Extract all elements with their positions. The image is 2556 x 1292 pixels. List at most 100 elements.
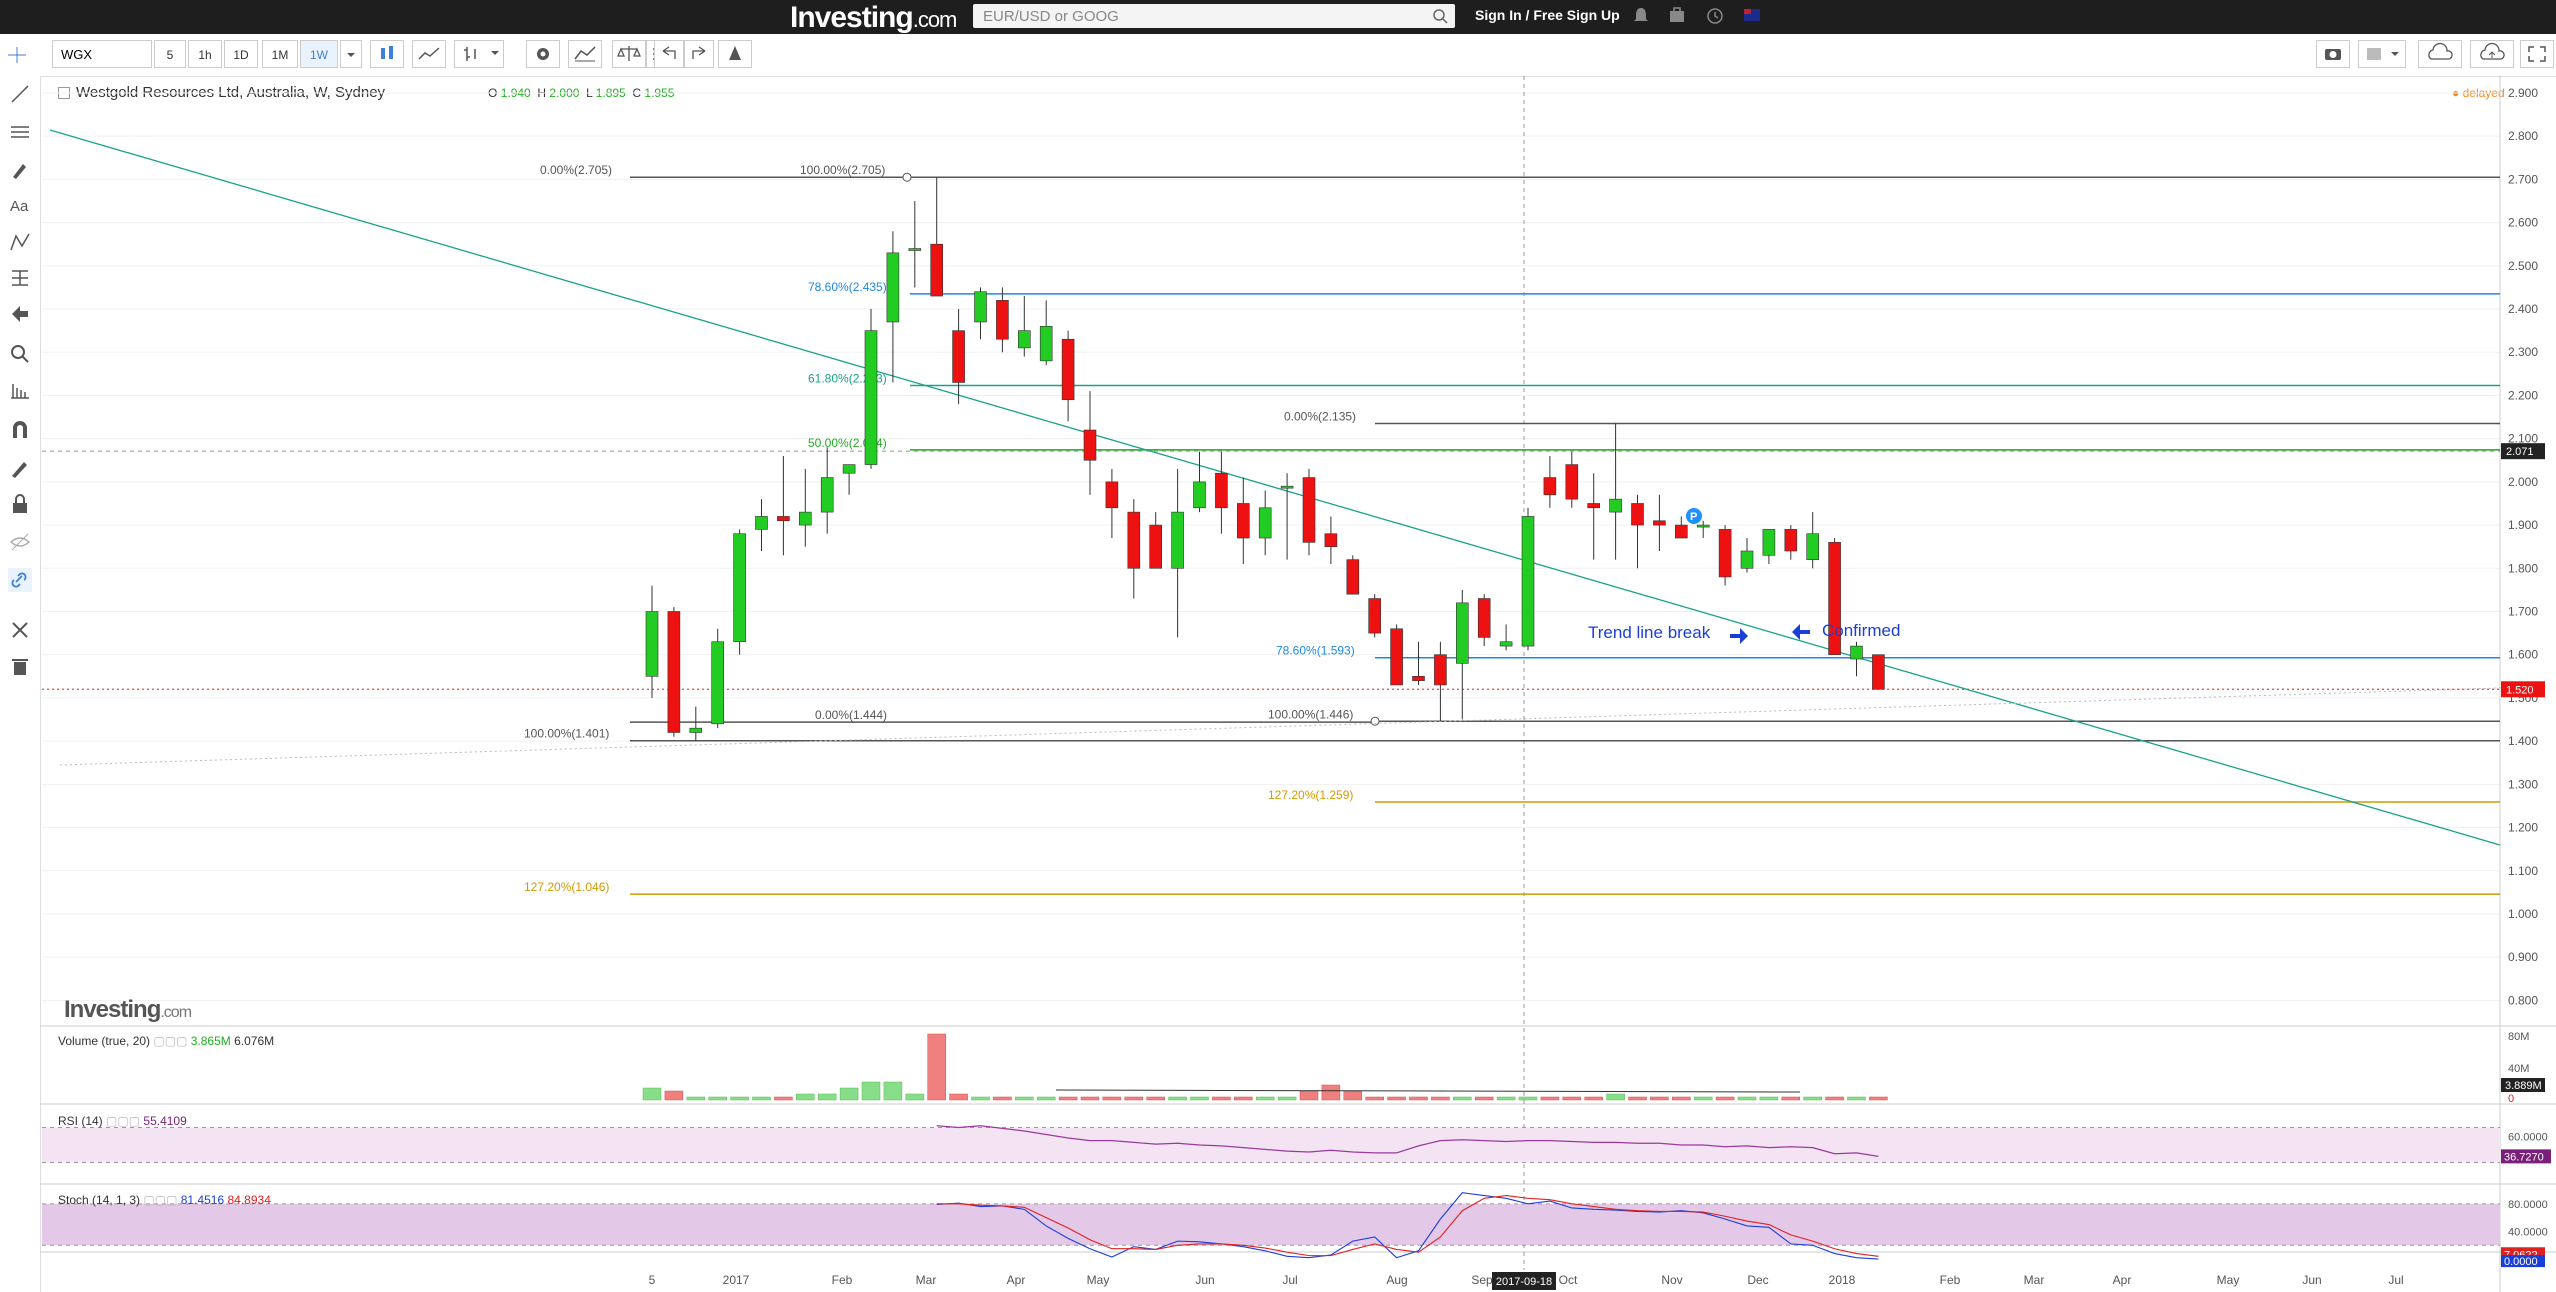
alert-button[interactable]: [718, 40, 752, 68]
link-icon[interactable]: [8, 568, 32, 592]
p-marker-icon: [1686, 508, 1702, 524]
search-icon[interactable]: [1431, 7, 1449, 25]
layout-button[interactable]: [2358, 40, 2406, 68]
signin-link[interactable]: Sign In / Free Sign Up: [1475, 7, 1620, 23]
annotation-confirmed: Confirmed: [1822, 621, 1900, 640]
arrow-right-icon: [1730, 628, 1748, 644]
y-tick-label: 0.900: [2508, 950, 2538, 964]
stoch-d-line: [936, 1194, 1879, 1257]
zoom-icon[interactable]: [8, 342, 32, 366]
trend-line-tool-icon[interactable]: [8, 82, 32, 106]
volume-bar: [1672, 1096, 1691, 1101]
interval-dropdown-button[interactable]: [340, 40, 362, 68]
legend-collapse-icon[interactable]: [58, 87, 70, 100]
rsi-band: [42, 1127, 2500, 1163]
candle-body: [1456, 602, 1469, 664]
stoch-k-box: [2501, 1255, 2545, 1268]
fib-label: 127.20%(1.259): [1268, 788, 1353, 802]
candle-body: [1324, 533, 1338, 547]
save-chart-button[interactable]: [2470, 40, 2514, 68]
stoch-k-value: 81.4516: [180, 1193, 225, 1207]
interval-1d-button[interactable]: 1D: [224, 40, 258, 68]
candle-body: [842, 464, 856, 474]
search-box[interactable]: EUR/USD or GOOG: [973, 4, 1455, 28]
candle-body: [1587, 503, 1600, 509]
volume-tick: 40M: [2508, 1063, 2529, 1075]
rsi-legend: RSI (14) ▢▢▢ 55.4109: [58, 1114, 187, 1128]
australia-flag-icon[interactable]: [1744, 9, 1760, 21]
arrow-tool-icon[interactable]: [8, 302, 32, 326]
x-tick-label: Apr: [1007, 1273, 1026, 1287]
fib-label: 78.60%(1.593): [1276, 644, 1355, 658]
remove-tools-icon[interactable]: [8, 618, 32, 642]
brush-tool-icon[interactable]: [8, 158, 32, 182]
volume-bar: [1606, 1093, 1625, 1101]
x-tick-label: Nov: [1661, 1273, 1682, 1287]
undo-button[interactable]: [654, 40, 684, 68]
candle-body: [1346, 559, 1360, 595]
crosshair-icon[interactable]: [6, 46, 28, 64]
symbol-input[interactable]: WGX: [52, 40, 152, 68]
candle-body: [1543, 477, 1557, 496]
volume-bar: [993, 1096, 1012, 1101]
line-style-button[interactable]: [412, 40, 446, 68]
interval-5-button[interactable]: 5: [154, 40, 186, 68]
fib-label: 78.60%(2.435): [808, 280, 887, 294]
candle-body: [1675, 524, 1688, 539]
interval-1h-button[interactable]: 1h: [188, 40, 222, 68]
volume-bar: [1080, 1096, 1100, 1101]
bars-style-button[interactable]: [454, 40, 504, 68]
horizontal-lines-tool-icon[interactable]: [8, 120, 32, 144]
stay-drawing-icon[interactable]: [8, 456, 32, 480]
snapshot-button[interactable]: [2316, 40, 2350, 68]
volume-last-box: [2501, 1078, 2545, 1092]
portfolio-icon[interactable]: [1668, 6, 1686, 26]
price-chart[interactable]: 0.00%(2.705) 100.00%(2.705) 78.60%(2.435) 6…: [0, 0, 2556, 1292]
candle-body: [1039, 326, 1053, 362]
volume-bar: [1869, 1096, 1888, 1101]
y-tick-label: 2.500: [2508, 259, 2538, 273]
bell-icon[interactable]: [1632, 6, 1650, 26]
candles-style-button[interactable]: [370, 40, 404, 68]
volume-bar: [1036, 1096, 1056, 1101]
volume-bar: [1277, 1096, 1297, 1101]
fullscreen-button[interactable]: [2520, 40, 2554, 68]
trash-icon[interactable]: [8, 654, 32, 678]
indicators-button[interactable]: [568, 40, 602, 68]
investing-logo[interactable]: Investing.com: [790, 1, 957, 35]
redo-button[interactable]: [684, 40, 714, 68]
volume-panel: 80M 40M 3.889M0: [642, 1031, 2545, 1105]
rsi-line: [936, 1125, 1879, 1157]
candle-body: [1061, 338, 1075, 401]
indicators-icon: [574, 46, 596, 62]
text-tool-icon[interactable]: Aa: [8, 194, 32, 218]
fib-anchor: [902, 172, 912, 182]
top-navigation-bar: Investing.com EUR/USD or GOOG Sign In / …: [0, 0, 2556, 34]
rsi-value: 55.4109: [143, 1114, 187, 1128]
x-tick-label: 5: [649, 1273, 656, 1287]
volume-bar: [1518, 1096, 1538, 1101]
interval-1w-button[interactable]: 1W: [300, 40, 338, 68]
candle-body: [886, 252, 900, 323]
interval-1m-button[interactable]: 1M: [262, 40, 298, 68]
lock-icon[interactable]: [8, 492, 32, 516]
compare-button[interactable]: [612, 40, 646, 68]
candle-body: [1258, 507, 1272, 539]
volume-bar: [664, 1090, 684, 1101]
volume-bar: [1474, 1096, 1494, 1101]
pattern-tool-icon[interactable]: [8, 230, 32, 254]
load-chart-button[interactable]: [2418, 40, 2462, 68]
measure-icon[interactable]: [8, 378, 32, 402]
volume-bar: [1759, 1096, 1779, 1101]
volume-bar: [1803, 1096, 1822, 1101]
rsi-panel: 60.0000 40.000036.7270: [42, 1125, 2551, 1164]
volume-bar: [1453, 1096, 1472, 1101]
fib-tool-icon[interactable]: [8, 266, 32, 290]
last-price-box: [2501, 681, 2545, 698]
x-tick-label: May: [2217, 1273, 2240, 1287]
settings-button[interactable]: [526, 40, 560, 68]
hide-drawings-icon[interactable]: [8, 530, 32, 554]
magnet-icon[interactable]: [8, 418, 32, 442]
camera-icon: [2325, 49, 2341, 60]
clock-icon[interactable]: [1706, 6, 1724, 26]
